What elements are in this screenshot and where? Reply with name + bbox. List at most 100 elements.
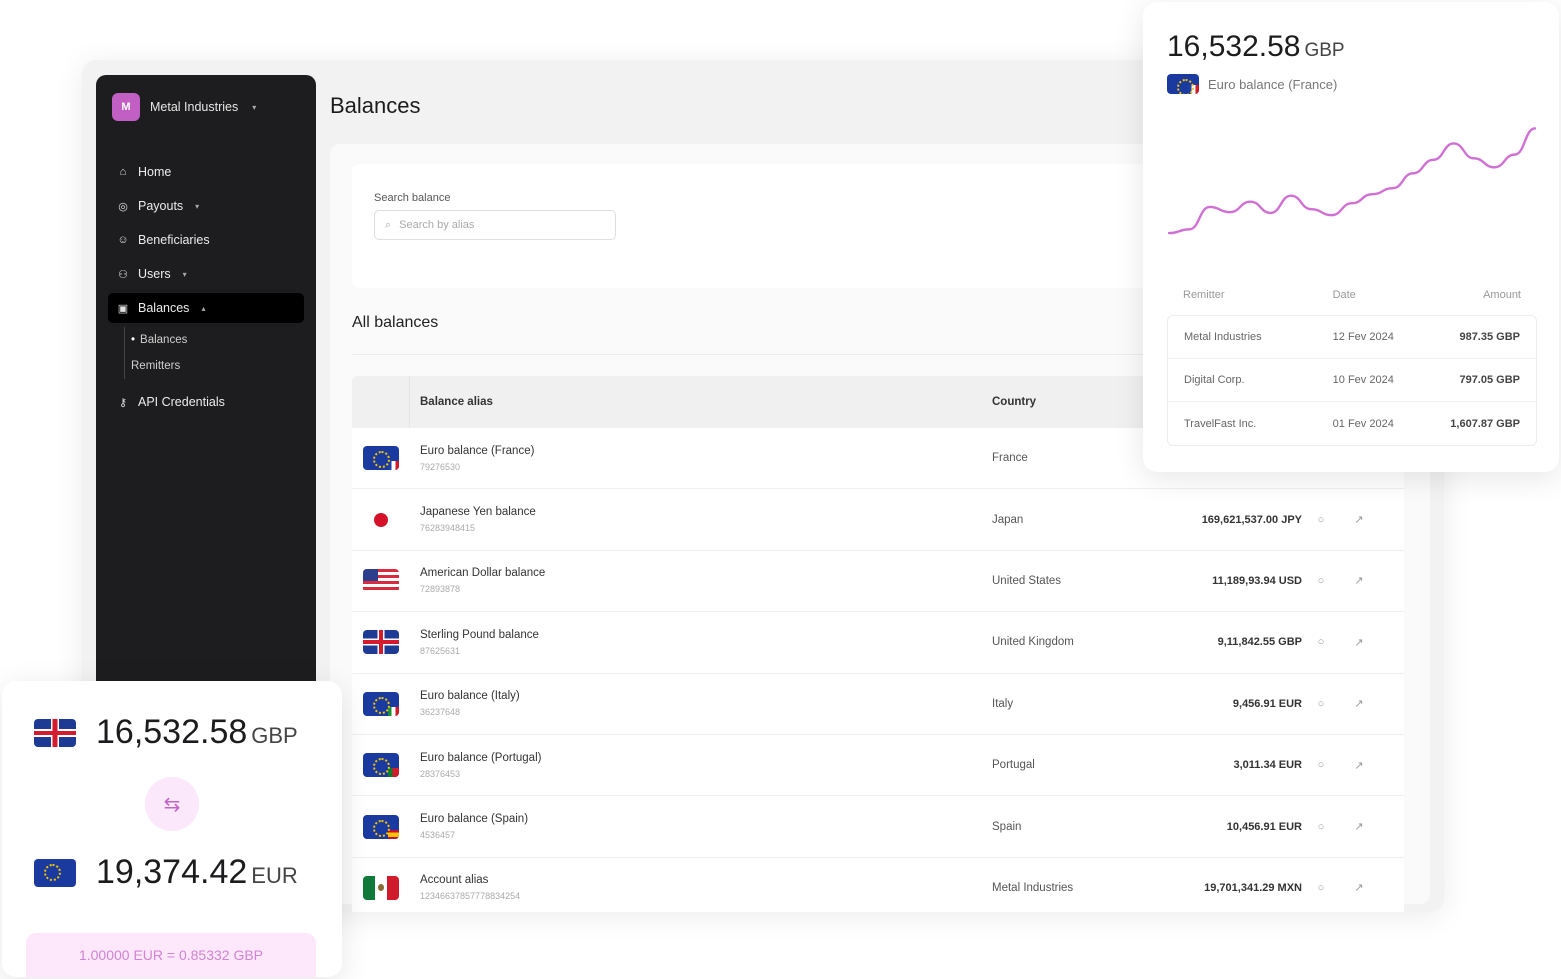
balance-amount: 9,456.91 EUR [1232,697,1302,710]
remitter-name: Digital Corp. [1184,374,1245,386]
balances-icon: ▣ [117,302,129,315]
italy-flag-icon [388,706,399,716]
header-remitter: Remitter [1183,289,1225,301]
chart-currency: GBP [1304,40,1345,61]
remitter-amount: 797.05 GBP [1459,374,1520,386]
arrow-up-right-icon[interactable]: ↗ [1340,636,1378,649]
sidebar: M Metal Industries ▾ ⌂ Home ◎ Payouts ▾ … [96,75,316,715]
swap-icon[interactable]: ⇆ [145,777,199,831]
chart-amount: 16,532.58 [1167,30,1301,63]
balance-id: 76283948415 [420,523,476,534]
balance-amount: 11,189,93.94 USD [1212,574,1302,587]
balance-country: Japan [992,513,1024,526]
balance-alias: American Dollar balance [420,567,546,580]
table-row[interactable]: Sterling Pound balance 87625631 United Ki… [352,612,1404,674]
sidebar-item-home[interactable]: ⌂ Home [112,157,300,187]
uk-flag-icon [34,718,76,747]
subnav-item-balances[interactable]: Balances [131,327,300,353]
table-row[interactable]: Account alias 12346637857778834254 Metal … [352,857,1404,912]
sidebar-item-label: Users [138,267,171,281]
table-row[interactable]: Japanese Yen balance 76283948415 Japan 16… [352,489,1404,551]
home-icon: ⌂ [119,166,127,178]
balance-alias: Euro balance (Spain) [420,813,529,826]
sidebar-item-beneficiaries[interactable]: ☺ Beneficiaries [112,225,300,255]
person-icon: ☺ [117,234,129,246]
arrow-up-right-icon[interactable]: ↗ [1340,759,1378,772]
balance-country: United Kingdom [992,636,1074,649]
converter-to: 19,374.42 EUR [34,853,298,892]
balance-country: Spain [992,820,1022,833]
header-amount: Amount [1483,289,1521,301]
table-row[interactable]: Euro balance (Portugal) 28376453 Portugal… [352,734,1404,797]
balance-id: 72893878 [420,584,461,595]
remitter-date: 01 Fev 2024 [1332,417,1394,430]
copy-icon[interactable]: ○ [1302,575,1340,587]
balance-alias: Japanese Yen balance [420,506,536,519]
balance-country: Portugal [992,759,1035,772]
from-amount: 16,532.58 [96,713,248,751]
org-name: Metal Industries [150,100,239,114]
balance-name: Euro balance (France) [1208,76,1338,92]
remitter-amount: 987.35 GBP [1459,331,1520,343]
sidebar-item-users[interactable]: ⚇ Users ▾ [112,259,300,289]
to-amount: 19,374.42 [96,853,248,891]
balance-line-chart [1167,127,1537,235]
balance-country: Metal Industries [992,881,1074,894]
converter-from: 16,532.58 GBP [34,713,298,752]
header-date: Date [1332,289,1356,301]
remitter-table-body: Metal Industries 12 Fev 2024 987.35 GBP … [1167,315,1537,446]
eu-flag-icon [363,446,399,471]
arrow-up-right-icon[interactable]: ↗ [1340,574,1378,587]
table-row[interactable]: Metal Industries 12 Fev 2024 987.35 GBP [1168,316,1536,359]
chevron-up-icon: ▴ [201,303,206,313]
arrow-up-right-icon[interactable]: ↗ [1340,820,1378,833]
copy-icon[interactable]: ○ [1302,821,1340,833]
search-input[interactable]: ⌕ Search by alias [374,210,616,240]
sidebar-item-label: Balances [138,301,190,315]
arrow-up-right-icon[interactable]: ↗ [1340,513,1378,526]
exchange-rate: 1.00000 EUR = 0.85332 GBP [26,933,316,977]
table-row[interactable]: Euro balance (Spain) 4536457 Spain 10,456… [352,796,1404,858]
copy-icon[interactable]: ○ [1302,698,1340,710]
sidebar-item-api-credentials[interactable]: ⚷ API Credentials [112,387,300,417]
remitter-name: TravelFast Inc. [1184,417,1257,430]
org-avatar: M [112,93,140,121]
balance-alias: Euro balance (Italy) [420,690,520,703]
section-title: All balances [352,314,439,331]
copy-icon[interactable]: ○ [1302,636,1340,648]
uk-flag-icon [363,630,399,655]
to-currency: EUR [251,863,298,888]
sidebar-item-payouts[interactable]: ◎ Payouts ▾ [112,191,300,221]
balance-id: 4536457 [420,830,456,841]
france-flag-icon [388,461,399,471]
balance-alias: Sterling Pound balance [420,628,539,641]
users-icon: ⚇ [118,268,128,281]
copy-icon[interactable]: ○ [1302,514,1340,526]
table-row[interactable]: American Dollar balance 72893878 United S… [352,550,1404,613]
arrow-up-right-icon[interactable]: ↗ [1340,697,1378,710]
eu-flag-icon [363,814,399,839]
balances-subnav: Balances Remitters [124,327,300,379]
arrow-up-right-icon[interactable]: ↗ [1340,881,1378,894]
search-placeholder: Search by alias [399,219,475,231]
balance-alias: Euro balance (France) [420,444,535,457]
us-flag-icon [363,568,399,593]
copy-icon[interactable]: ○ [1302,882,1340,894]
remitter-table-header: Remitter Date Amount [1167,289,1537,301]
table-row[interactable]: Digital Corp. 10 Fev 2024 797.05 GBP [1168,359,1536,402]
balance-amount: 19,701,341.29 MXN [1204,881,1302,894]
org-switcher[interactable]: M Metal Industries ▾ [112,93,300,121]
spain-flag-icon [388,829,399,839]
sidebar-item-label: Beneficiaries [138,233,210,247]
subnav-item-remitters[interactable]: Remitters [131,353,300,379]
payouts-icon: ◎ [118,200,128,213]
search-label: Search balance [374,192,451,204]
eu-flag-icon [34,858,76,887]
balance-chart-card: 16,532.58 GBP Euro balance (France) Remit… [1143,2,1559,472]
table-row[interactable]: TravelFast Inc. 01 Fev 2024 1,607.87 GBP [1168,402,1536,445]
sidebar-item-balances[interactable]: ▣ Balances ▴ [108,293,304,323]
chevron-down-icon: ▾ [195,201,200,211]
copy-icon[interactable]: ○ [1302,759,1340,771]
table-row[interactable]: Euro balance (Italy) 36237648 Italy 9,456… [352,673,1404,735]
balance-id: 12346637857778834254 [420,891,521,902]
